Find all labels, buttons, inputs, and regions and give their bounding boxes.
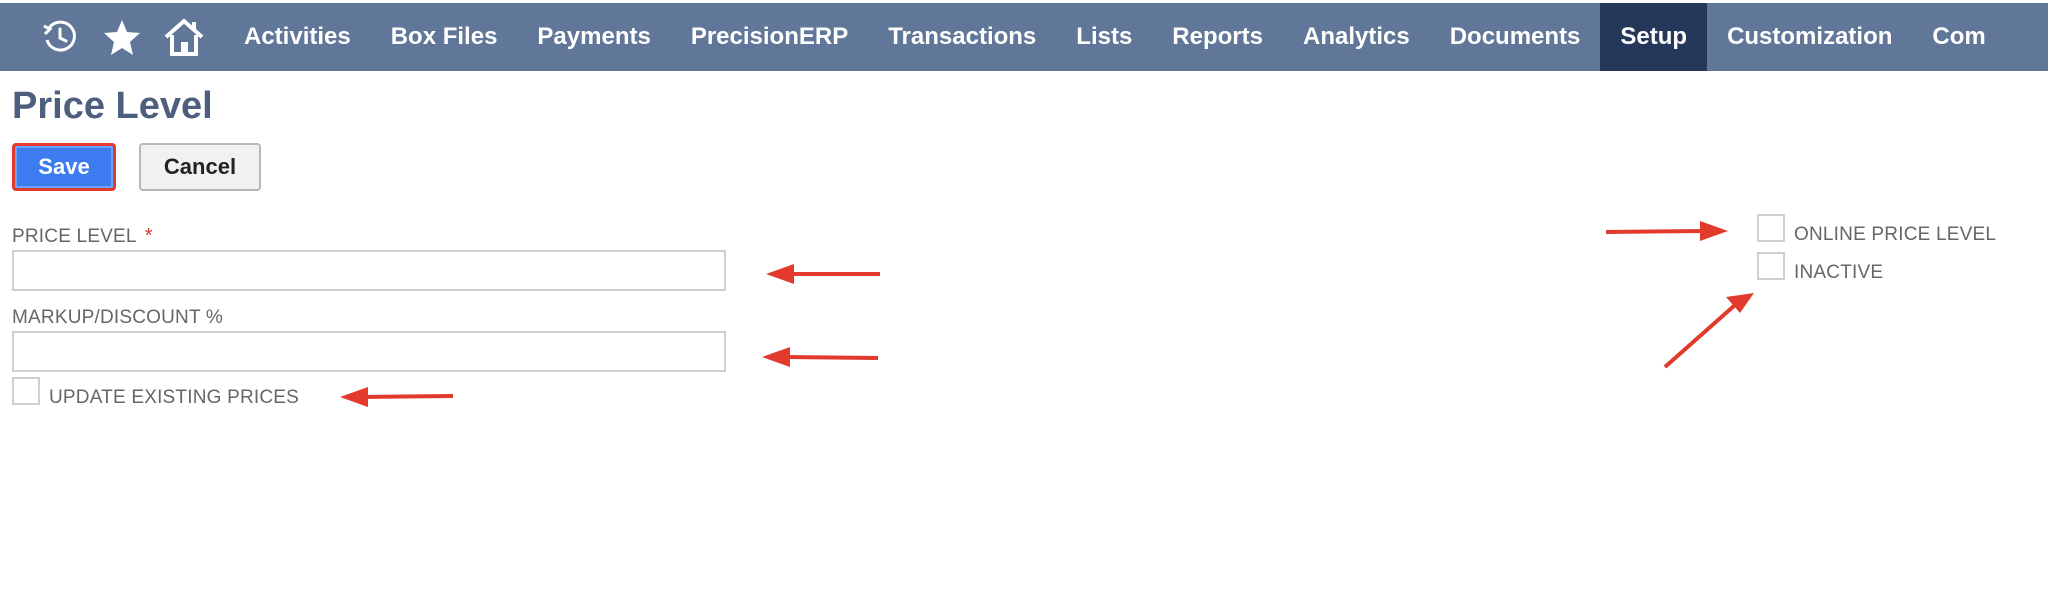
save-button[interactable]: Save (12, 143, 116, 191)
nav-item-transactions[interactable]: Transactions (868, 3, 1056, 71)
price-level-input[interactable] (12, 250, 726, 291)
nav-item-payments[interactable]: Payments (517, 3, 670, 71)
main-menu: Activities Box Files Payments PrecisionERP T… (224, 3, 2006, 71)
price-level-label: PRICE LEVEL * (12, 225, 153, 248)
annotation-arrow-inactive (1663, 303, 1737, 369)
inactive-checkbox[interactable] (1757, 252, 1785, 280)
nav-item-precisionerp[interactable]: PrecisionERP (671, 3, 868, 71)
nav-item-reports[interactable]: Reports (1152, 3, 1283, 71)
home-icon[interactable] (158, 3, 210, 71)
nav-item-com[interactable]: Com (1912, 3, 2005, 71)
update-existing-prices-checkbox[interactable] (12, 377, 40, 405)
required-marker: * (144, 225, 153, 247)
annotation-arrows (340, 221, 1754, 407)
nav-item-customization[interactable]: Customization (1707, 3, 1912, 71)
page-title: Price Level (12, 85, 213, 127)
price-level-label-text: PRICE LEVEL (12, 226, 137, 247)
nav-item-box-files[interactable]: Box Files (371, 3, 518, 71)
update-existing-prices-label: UPDATE EXISTING PRICES (49, 387, 300, 408)
recent-records-icon[interactable] (34, 3, 86, 71)
star-icon[interactable] (96, 3, 148, 71)
nav-item-lists[interactable]: Lists (1056, 3, 1152, 71)
top-navigation-bar: Activities Box Files Payments PrecisionERP T… (0, 3, 2048, 71)
nav-item-documents[interactable]: Documents (1430, 3, 1601, 71)
inactive-label: INACTIVE (1794, 262, 1884, 283)
online-price-level-label: ONLINE PRICE LEVEL (1794, 224, 1997, 245)
online-price-level-checkbox[interactable] (1757, 214, 1785, 242)
markup-discount-input[interactable] (12, 331, 726, 372)
nav-item-setup[interactable]: Setup (1600, 3, 1708, 71)
nav-item-analytics[interactable]: Analytics (1283, 3, 1430, 71)
annotation-arrow-markup (785, 355, 879, 360)
markup-discount-label: MARKUP/DISCOUNT % (12, 307, 224, 328)
annotation-arrow-online-price-level (1605, 229, 1705, 234)
annotation-arrow-update-prices (363, 394, 454, 399)
nav-item-activities[interactable]: Activities (224, 3, 371, 71)
cancel-button[interactable]: Cancel (139, 143, 261, 191)
